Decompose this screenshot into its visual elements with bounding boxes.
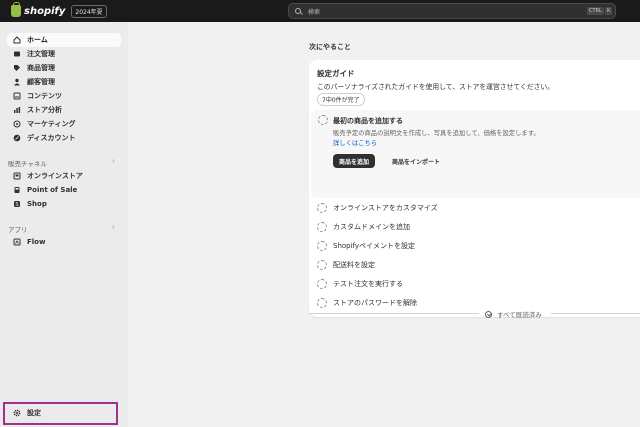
task-setup-payments[interactable]: Shopifyペイメントを設定 <box>317 239 637 253</box>
chevron-right-icon[interactable]: › <box>112 223 115 231</box>
main-content: 次にやること 設定ガイド このパーソナライズされたガイドを使用して、ストアを運営… <box>128 22 640 427</box>
task-label: テスト注文を実行する <box>333 280 403 288</box>
sidebar-item-home[interactable]: ホーム <box>7 33 121 47</box>
apps-heading: アプリ <box>8 226 28 234</box>
sidebar-item-label: ディスカウント <box>27 134 76 142</box>
sidebar-item-label: 注文管理 <box>27 50 55 58</box>
mark-all-read-label: すべて既読済み <box>497 311 542 319</box>
task-incomplete-icon[interactable] <box>317 241 327 251</box>
task-label: ストアのパスワードを解除 <box>333 299 417 307</box>
shopify-logo[interactable]: shopify <box>11 2 66 17</box>
task-incomplete-icon[interactable] <box>317 279 327 289</box>
progress-badge: 7中0件が完了 <box>317 93 365 106</box>
task-incomplete-icon[interactable] <box>317 298 327 308</box>
discount-icon <box>13 134 21 142</box>
target-icon <box>13 120 21 128</box>
task-incomplete-icon[interactable] <box>317 260 327 270</box>
task-label: Shopifyペイメントを設定 <box>333 242 416 250</box>
sidebar-item-online-store[interactable]: オンラインストア <box>7 169 121 183</box>
sidebar-item-pos[interactable]: Point of Sale <box>7 183 121 197</box>
sidebar-item-label: Shop <box>27 200 47 208</box>
home-icon <box>13 36 21 44</box>
pos-icon <box>13 186 21 194</box>
check-circle-icon <box>485 310 492 318</box>
shop-icon: S <box>13 200 21 208</box>
sidebar-item-label: ホーム <box>27 36 48 44</box>
setup-guide-card: 設定ガイド このパーソナライズされたガイドを使用して、ストアを運営させてください… <box>309 60 640 317</box>
top-bar: shopify 2024年夏 検索 CTRL K <box>0 0 640 22</box>
sidebar-item-label: オンラインストア <box>27 172 83 180</box>
divider <box>551 313 640 314</box>
sidebar-item-flow[interactable]: Flow <box>7 235 121 249</box>
task-remove-password[interactable]: ストアのパスワードを解除 <box>317 296 637 310</box>
sidebar-item-label: Flow <box>27 238 46 246</box>
search-bar[interactable]: 検索 CTRL K <box>288 3 616 19</box>
add-product-button[interactable]: 商品を追加 <box>333 154 376 168</box>
flow-icon <box>13 238 21 246</box>
task-label: 配送料を設定 <box>333 261 375 269</box>
sidebar-item-products[interactable]: 商品管理 <box>7 61 121 75</box>
sales-channels-heading: 販売チャネル <box>8 160 47 168</box>
sidebar-item-analytics[interactable]: ストア分析 <box>7 103 121 117</box>
sidebar-item-label: コンテンツ <box>27 92 62 100</box>
task-test-order[interactable]: テスト注文を実行する <box>317 277 637 291</box>
mark-all-read-button[interactable]: すべて既読済み <box>485 309 542 319</box>
sidebar-item-discounts[interactable]: ディスカウント <box>7 131 121 145</box>
sidebar: ホーム 注文管理 商品管理 顧客管理 コンテンツ ストア分析 マーケティング デ… <box>0 22 128 427</box>
svg-text:S: S <box>15 202 18 208</box>
sidebar-item-marketing[interactable]: マーケティング <box>7 117 121 131</box>
shortcut-k-key: K <box>605 7 613 15</box>
task-label: オンラインストアをカスタマイズ <box>333 204 438 212</box>
sidebar-item-label: 商品管理 <box>27 64 55 72</box>
sidebar-item-customers[interactable]: 顧客管理 <box>7 75 121 89</box>
task-incomplete-icon[interactable] <box>318 115 328 125</box>
task-add-domain[interactable]: カスタムドメインを追加 <box>317 220 637 234</box>
divider <box>309 313 479 314</box>
content-icon <box>13 92 21 100</box>
sidebar-item-label: 顧客管理 <box>27 78 55 86</box>
sidebar-item-label: マーケティング <box>27 120 76 128</box>
shortcut-ctrl-key: CTRL <box>587 7 604 15</box>
orders-icon <box>13 50 21 58</box>
sidebar-item-orders[interactable]: 注文管理 <box>7 47 121 61</box>
search-placeholder: 検索 <box>308 8 321 16</box>
task-incomplete-icon[interactable] <box>317 222 327 232</box>
edition-badge[interactable]: 2024年夏 <box>71 4 107 18</box>
settings-highlight-box <box>3 402 118 425</box>
sidebar-item-label: ストア分析 <box>27 106 62 114</box>
search-icon <box>295 8 301 14</box>
task-label: カスタムドメインを追加 <box>333 223 410 231</box>
tag-icon <box>13 64 21 72</box>
task-incomplete-icon[interactable] <box>317 203 327 213</box>
sidebar-item-content[interactable]: コンテンツ <box>7 89 121 103</box>
chart-icon <box>13 106 21 114</box>
task-add-first-product[interactable]: 最初の商品を追加する 販売予定の商品の説明文を作成し、写真を追加して、価格を設定… <box>311 110 640 198</box>
chevron-right-icon[interactable]: › <box>112 157 115 165</box>
import-products-button[interactable]: 商品をインポート <box>389 154 443 168</box>
task-customize-store[interactable]: オンラインストアをカスタマイズ <box>317 201 637 215</box>
person-icon <box>13 78 21 86</box>
sidebar-item-shop[interactable]: S Shop <box>7 197 121 211</box>
learn-more-link[interactable]: 詳しくはこちら <box>333 138 377 147</box>
todo-heading: 次にやること <box>309 43 351 51</box>
store-icon <box>13 172 21 180</box>
brand-name: shopify <box>24 5 66 17</box>
task-description: 販売予定の商品の説明文を作成し、写真を追加して、価格を設定します。 <box>333 130 540 137</box>
setup-guide-description: このパーソナライズされたガイドを使用して、ストアを運営させてください。 <box>317 83 554 91</box>
setup-guide-title: 設定ガイド <box>317 69 355 78</box>
task-setup-shipping[interactable]: 配送料を設定 <box>317 258 637 272</box>
task-title: 最初の商品を追加する <box>333 117 403 125</box>
sidebar-item-label: Point of Sale <box>27 186 78 194</box>
shopify-bag-icon <box>11 2 21 17</box>
